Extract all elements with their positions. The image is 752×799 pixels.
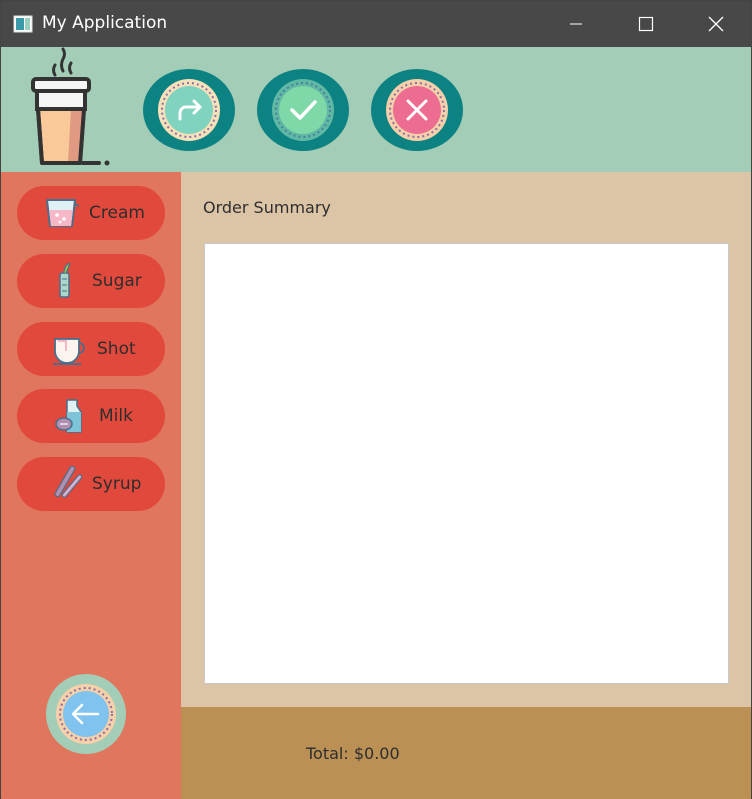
forward-arrow-icon — [158, 79, 220, 141]
app-window: My Application Cream Sugar Shot Milk Syr… — [0, 0, 752, 799]
app-icon — [13, 15, 33, 33]
main-panel: Order Summary — [181, 172, 751, 707]
x-icon — [386, 79, 448, 141]
syrup-icon — [54, 466, 83, 498]
shot-cup-icon — [53, 338, 85, 365]
footer: Total: $0.00 — [181, 707, 751, 799]
minimize-icon — [570, 23, 582, 25]
sidebar-item-label: Cream — [89, 203, 145, 223]
sidebar-item-shot[interactable]: Shot — [17, 322, 165, 376]
window-title: My Application — [42, 13, 168, 33]
order-summary-list[interactable] — [204, 243, 729, 684]
confirm-button[interactable] — [257, 69, 349, 151]
back-button[interactable] — [46, 674, 126, 754]
sidebar-item-label: Syrup — [92, 474, 142, 494]
total-label: Total: $0.00 — [306, 744, 400, 763]
milk-carton-icon — [55, 399, 82, 433]
check-icon — [272, 79, 334, 141]
close-icon — [708, 16, 724, 32]
sidebar-item-label: Sugar — [92, 271, 142, 291]
toolbar — [1, 47, 751, 172]
sidebar-item-label: Milk — [99, 406, 133, 426]
order-summary-title: Order Summary — [203, 198, 331, 217]
forward-button[interactable] — [143, 69, 235, 151]
cream-icon — [46, 199, 79, 227]
sidebar-item-label: Shot — [97, 339, 136, 359]
close-window-button[interactable] — [681, 1, 751, 47]
sugar-icon — [59, 263, 71, 298]
sidebar-item-sugar[interactable]: Sugar — [17, 254, 165, 308]
maximize-button[interactable] — [611, 1, 681, 47]
minimize-button[interactable] — [541, 1, 611, 47]
sidebar-item-milk[interactable]: Milk — [17, 389, 165, 443]
title-bar: My Application — [1, 1, 751, 47]
sidebar-item-syrup[interactable]: Syrup — [17, 457, 165, 511]
maximize-icon — [638, 16, 654, 32]
back-arrow-icon — [56, 684, 116, 744]
sidebar: Cream Sugar Shot Milk Syrup — [1, 172, 181, 799]
sidebar-item-cream[interactable]: Cream — [17, 186, 165, 240]
coffee-cup-icon — [31, 47, 110, 166]
cancel-button[interactable] — [371, 69, 463, 151]
